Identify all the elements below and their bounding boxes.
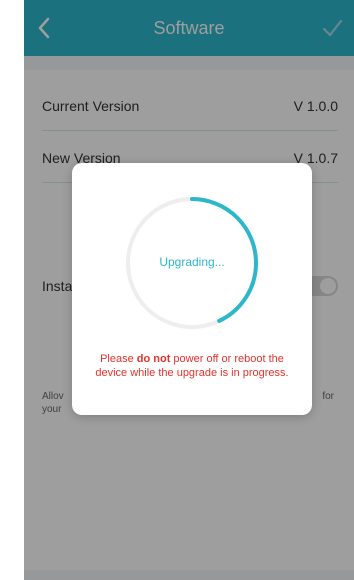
progress-label: Upgrading... — [159, 255, 225, 269]
upgrade-warning: Please do not power off or reboot the de… — [92, 352, 292, 380]
phone-screen: Software Current Version V 1.0.0 New Ver… — [24, 0, 354, 580]
warning-text-bold: do not — [136, 353, 171, 365]
warning-text-start: Please — [100, 353, 137, 365]
progress-ring: Upgrading... — [122, 193, 262, 333]
upgrade-dialog: Upgrading... Please do not power off or … — [72, 163, 312, 415]
